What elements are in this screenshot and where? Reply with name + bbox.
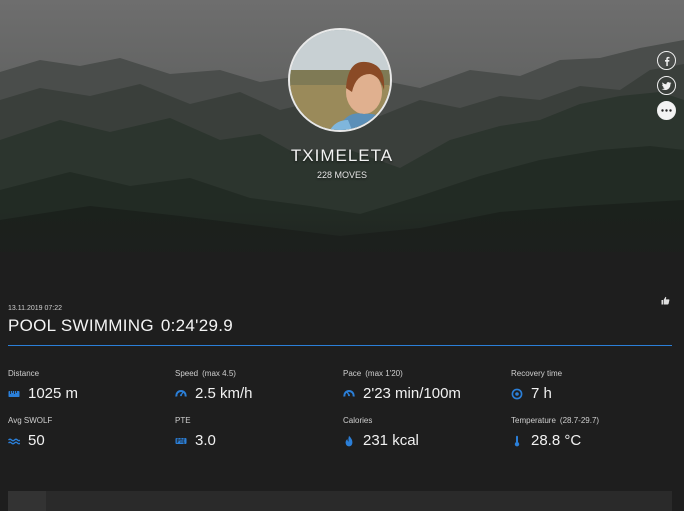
stat-value: 231 kcal: [363, 432, 419, 449]
hero-fade: [0, 212, 684, 252]
pace-gauge-icon: [343, 389, 355, 397]
stat-label: PTE: [175, 416, 191, 425]
stat-recovery-time: Recovery time 7 h: [511, 369, 562, 402]
stat-value: 2'23 min/100m: [363, 385, 461, 402]
stat-value: 7 h: [531, 385, 552, 402]
stat-value: 50: [28, 432, 45, 449]
header-divider: [8, 345, 672, 346]
stat-sub-label: (max 1'20): [365, 369, 403, 378]
stat-label: Avg SWOLF: [8, 416, 53, 425]
facebook-icon: [664, 56, 669, 66]
stat-label: Calories: [343, 416, 373, 425]
twitter-icon: [661, 81, 672, 90]
ruler-icon: [8, 390, 20, 397]
stat-label: Recovery time: [511, 369, 563, 378]
graph-section-tab[interactable]: [8, 491, 46, 511]
stat-pte: PTE 3.0: [175, 416, 216, 449]
username[interactable]: TXIMELETA: [0, 146, 684, 166]
stat-value: 1025 m: [28, 385, 79, 402]
stat-sub-label: (max 4.5): [202, 369, 236, 378]
moves-count[interactable]: 228 MOVES: [0, 170, 684, 180]
stat-temperature: Temperature (28.7-29.7) 28.8 °C: [511, 416, 599, 449]
stat-avg-swolf: Avg SWOLF 50: [8, 416, 52, 449]
recovery-clock-icon: [511, 388, 523, 399]
like-button[interactable]: [661, 292, 670, 305]
speedometer-icon: [175, 389, 187, 397]
avatar-photo: [290, 30, 390, 130]
stat-label: Speed: [175, 369, 199, 378]
hero-banner: TXIMELETA 228 MOVES: [0, 0, 684, 252]
more-icon: [661, 109, 672, 112]
stat-label: Distance: [8, 369, 40, 378]
flame-icon: [345, 435, 353, 446]
waves-icon: [8, 438, 20, 444]
thermometer-icon: [514, 435, 520, 446]
twitter-share-button[interactable]: [657, 76, 676, 95]
activity-date: 13.11.2019 07:22: [8, 305, 62, 312]
more-options-button[interactable]: [657, 101, 676, 120]
activity-duration: 0:24'29.9: [160, 316, 234, 335]
graph-section-header[interactable]: [8, 491, 672, 511]
stat-label: Pace: [343, 369, 362, 378]
stat-speed: Speed (max 4.5) 2.5 km/h: [175, 369, 253, 402]
sport-name: POOL SWIMMING: [8, 316, 154, 335]
stat-value: 3.0: [195, 432, 216, 449]
stat-sub-label: (28.7-29.7): [559, 416, 600, 425]
thumbs-up-icon: [661, 296, 670, 305]
stat-calories: Calories 231 kcal: [343, 416, 419, 449]
stat-value: 2.5 km/h: [195, 385, 253, 402]
stat-value: 28.8 °C: [531, 432, 582, 449]
activity-title: POOL SWIMMING 0:24'29.9: [8, 316, 240, 336]
stat-label: Temperature: [511, 416, 556, 425]
facebook-share-button[interactable]: [657, 51, 676, 70]
avatar[interactable]: [288, 28, 392, 132]
stat-pace: Pace (max 1'20) 2'23 min/100m: [343, 369, 461, 402]
pte-icon: [175, 437, 187, 444]
stat-distance: Distance 1025 m: [8, 369, 78, 402]
